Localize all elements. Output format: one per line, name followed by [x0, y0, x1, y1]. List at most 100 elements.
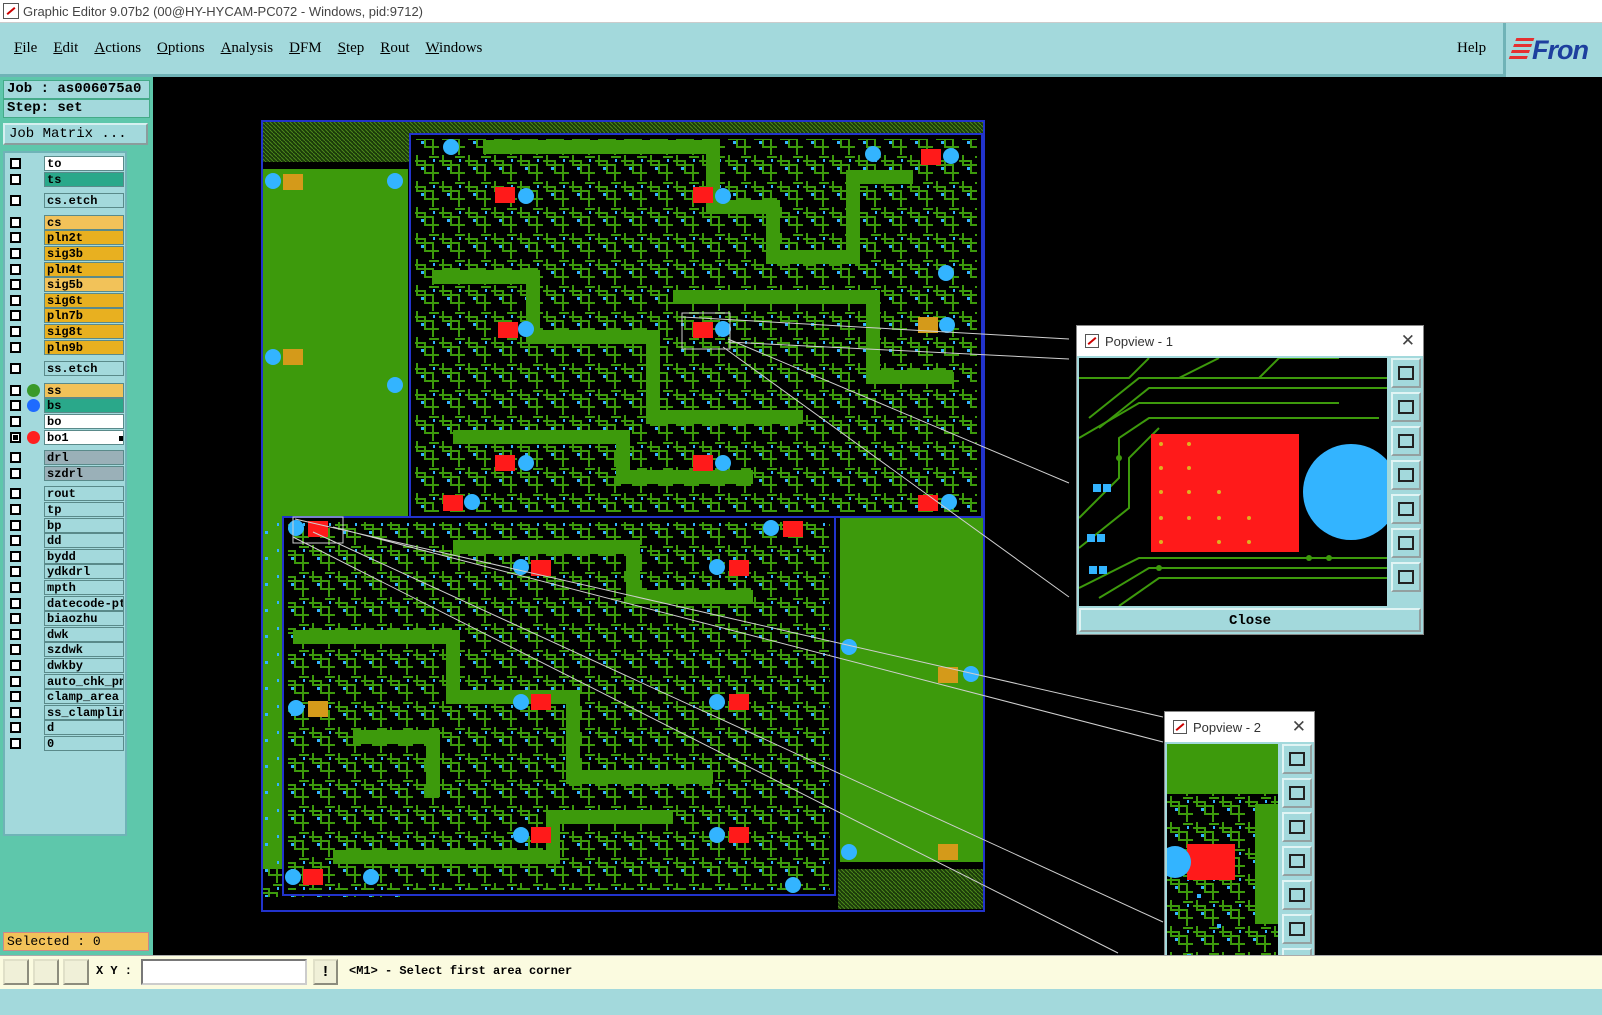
layer-checkbox[interactable]: [10, 613, 21, 625]
menu-windows[interactable]: Windows: [425, 40, 482, 57]
layer-name[interactable]: mpth: [44, 580, 124, 595]
layer-name[interactable]: szdrl: [44, 465, 124, 481]
layer-row-sig3b[interactable]: sig3b: [8, 246, 124, 261]
layer-row-dwkby[interactable]: dwkby: [8, 658, 124, 673]
layer-checkbox[interactable]: [10, 706, 21, 718]
layer-row-pln2t[interactable]: pln2t: [8, 230, 124, 246]
pan-up-icon[interactable]: [1391, 392, 1421, 422]
layer-row-ss-clampline[interactable]: ss_clampline: [8, 704, 124, 720]
menu-rout[interactable]: Rout: [380, 40, 409, 57]
popview-1-window[interactable]: Popview - 1 ✕ Close: [1076, 325, 1424, 635]
layer-checkbox[interactable]: [10, 384, 21, 396]
layer-checkbox[interactable]: [10, 535, 21, 547]
layer-row-drl[interactable]: drl: [8, 450, 124, 466]
layer-checkbox[interactable]: [10, 216, 21, 228]
select-mode-icon[interactable]: [3, 959, 29, 985]
layer-checkbox[interactable]: [10, 452, 21, 464]
layer-checkbox[interactable]: [10, 310, 21, 322]
layer-name[interactable]: dwk: [44, 626, 124, 642]
layer-checkbox[interactable]: [10, 660, 21, 671]
pan-up-icon[interactable]: [1282, 778, 1312, 808]
layer-name[interactable]: pln2t: [44, 230, 124, 246]
pan-down-icon[interactable]: [1282, 812, 1312, 842]
layer-row-biaozhu[interactable]: biaozhu: [8, 611, 124, 627]
layer-row-sig5b[interactable]: sig5b: [8, 277, 124, 293]
layer-row-0[interactable]: 0: [8, 736, 124, 751]
zoom-in-icon[interactable]: [1282, 914, 1312, 944]
layer-checkbox[interactable]: [10, 431, 21, 443]
layer-checkbox[interactable]: [10, 722, 21, 734]
layer-row-szdrl[interactable]: szdrl: [8, 465, 124, 481]
layer-row-ss-etch[interactable]: ss.etch: [8, 361, 124, 377]
popview-2-zoom-view[interactable]: [1167, 744, 1278, 984]
popview-2-window[interactable]: Popview - 2 ✕: [1164, 711, 1315, 991]
job-matrix-button[interactable]: Job Matrix ...: [3, 123, 148, 145]
pan-left-icon[interactable]: [1391, 460, 1421, 490]
layer-checkbox[interactable]: [10, 294, 21, 306]
layer-checkbox[interactable]: [10, 400, 21, 412]
layer-row-sig6t[interactable]: sig6t: [8, 292, 124, 308]
layer-row-mpth[interactable]: mpth: [8, 580, 124, 595]
layer-checkbox[interactable]: [10, 248, 21, 259]
layer-row-ydkdrl[interactable]: ydkdrl: [8, 564, 124, 580]
layer-checkbox[interactable]: [10, 363, 21, 375]
layer-name[interactable]: cs: [44, 214, 124, 230]
layer-name[interactable]: pln4t: [44, 261, 124, 277]
alert-icon[interactable]: !: [313, 959, 338, 985]
menu-analysis[interactable]: Analysis: [221, 40, 274, 57]
layer-row-pln9b[interactable]: pln9b: [8, 339, 124, 355]
layer-row-cs[interactable]: cs: [8, 214, 124, 230]
layer-checkbox[interactable]: [10, 416, 21, 427]
zoom-out-icon[interactable]: [1391, 562, 1421, 592]
layer-row-tp[interactable]: tp: [8, 502, 124, 517]
zoom-fit-icon[interactable]: [1391, 358, 1421, 388]
layer-checkbox[interactable]: [10, 597, 21, 609]
menu-dfm[interactable]: DFM: [289, 40, 322, 57]
layer-name[interactable]: bo1: [44, 429, 124, 445]
layer-checkbox[interactable]: [10, 467, 21, 479]
close-icon[interactable]: ✕: [1401, 331, 1415, 351]
layer-row-clamp-area[interactable]: clamp_area: [8, 689, 124, 705]
layer-name[interactable]: biaozhu: [44, 611, 124, 627]
layer-checkbox[interactable]: [10, 263, 21, 275]
menu-actions[interactable]: Actions: [94, 40, 141, 57]
layer-name[interactable]: dwkby: [44, 658, 124, 673]
layer-row-dd[interactable]: dd: [8, 533, 124, 549]
layer-checkbox[interactable]: [10, 279, 21, 291]
layer-row-pln7b[interactable]: pln7b: [8, 308, 124, 324]
layer-checkbox[interactable]: [10, 341, 21, 353]
layer-row-datecode-pte[interactable]: datecode-pte: [8, 595, 124, 611]
layer-checkbox[interactable]: [10, 173, 21, 185]
layer-name[interactable]: pln9b: [44, 339, 124, 355]
layer-checkbox[interactable]: [10, 691, 21, 703]
layer-row-szdwk[interactable]: szdwk: [8, 642, 124, 658]
layer-name[interactable]: bs: [44, 398, 124, 414]
layer-checkbox[interactable]: [10, 644, 21, 656]
layer-checkbox[interactable]: [10, 504, 21, 515]
layer-row-pln4t[interactable]: pln4t: [8, 261, 124, 277]
layer-name[interactable]: tp: [44, 502, 124, 517]
layer-checkbox[interactable]: [10, 550, 21, 562]
layer-row-bydd[interactable]: bydd: [8, 548, 124, 564]
layer-checkbox[interactable]: [10, 232, 21, 244]
pan-right-icon[interactable]: [1391, 494, 1421, 524]
layer-name[interactable]: szdwk: [44, 642, 124, 658]
layer-checkbox[interactable]: [10, 158, 21, 169]
layer-name[interactable]: ts: [44, 171, 124, 187]
layer-name[interactable]: 0: [44, 736, 124, 751]
layer-row-cs-etch[interactable]: cs.etch: [8, 193, 124, 209]
menu-file[interactable]: File: [14, 40, 37, 57]
layer-name[interactable]: sig8t: [44, 324, 124, 339]
menu-options[interactable]: Options: [157, 40, 205, 57]
layer-name[interactable]: sig5b: [44, 277, 124, 293]
layer-name[interactable]: ss_clampline: [44, 704, 124, 720]
measure-mode-icon[interactable]: [33, 959, 59, 985]
popview-1-zoom-view[interactable]: [1079, 358, 1387, 606]
zoom-fit-icon[interactable]: [1282, 744, 1312, 774]
layer-row-sig8t[interactable]: sig8t: [8, 324, 124, 339]
layer-name[interactable]: ydkdrl: [44, 564, 124, 580]
layer-row-to[interactable]: to: [8, 156, 124, 171]
layer-name[interactable]: ss.etch: [44, 361, 124, 377]
layer-name[interactable]: datecode-pte: [44, 595, 124, 611]
layer-name[interactable]: rout: [44, 486, 124, 502]
